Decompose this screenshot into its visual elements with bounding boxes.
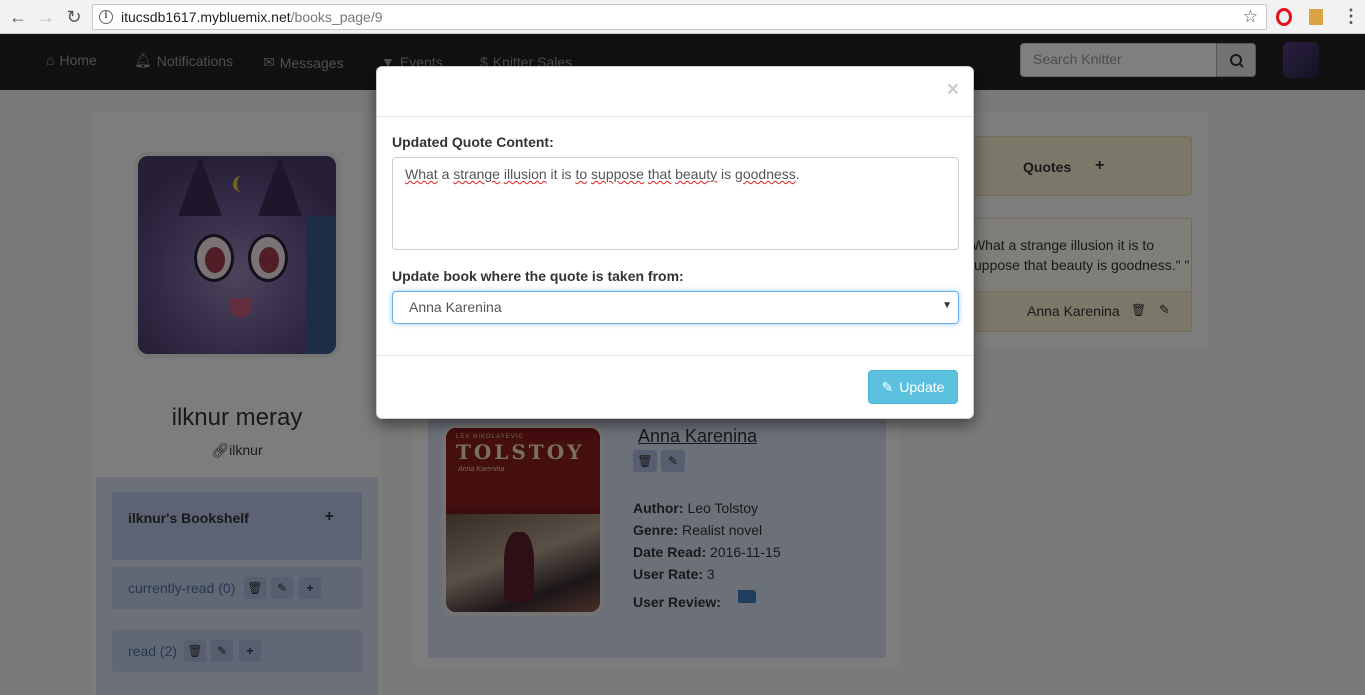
bookmark-star-icon[interactable]: ☆	[1243, 7, 1258, 27]
modal-body: Updated Quote Content: What a strange il…	[377, 117, 973, 355]
modal-header: ×	[377, 67, 973, 117]
quote-content-textarea[interactable]: What a strange illusion it is to suppose…	[392, 157, 959, 250]
browser-toolbar: ← → ↻ i itucsdb1617.mybluemix.net/books_…	[0, 0, 1365, 34]
info-icon[interactable]: i	[99, 10, 113, 24]
quote-content-word: it is	[546, 166, 576, 182]
quote-content-word: beauty	[675, 166, 718, 182]
chevron-down-icon: ▼	[942, 300, 952, 311]
quote-content-word: a	[437, 166, 454, 182]
quote-content-word: suppose	[591, 166, 644, 182]
quote-content-word: strange	[453, 166, 500, 182]
forward-icon[interactable]: →	[36, 7, 56, 27]
quote-content-word: What	[405, 166, 438, 182]
quote-content-word: goodness	[735, 166, 796, 182]
url-text[interactable]: itucsdb1617.mybluemix.net/books_page/9	[121, 9, 383, 25]
quote-book-selected: Anna Karenina	[409, 299, 502, 315]
update-button[interactable]: ✎ Update	[868, 370, 958, 404]
edit-icon: ✎	[881, 378, 894, 395]
close-icon[interactable]: ×	[947, 79, 959, 100]
address-bar[interactable]: i itucsdb1617.mybluemix.net/books_page/9…	[92, 4, 1267, 30]
quote-content-word: illusion	[503, 166, 547, 182]
quote-content-word: is	[717, 166, 736, 182]
modal-footer: ✎ Update	[377, 355, 973, 419]
book-extension-icon[interactable]	[1309, 9, 1323, 25]
quote-book-select[interactable]: Anna Karenina ▼	[392, 291, 959, 324]
quote-content-word: to	[575, 166, 588, 182]
opera-extension-icon[interactable]	[1276, 8, 1292, 26]
browser-chrome: ← → ↻ i itucsdb1617.mybluemix.net/books_…	[0, 0, 1365, 34]
update-button-label: Update	[899, 379, 945, 395]
back-icon[interactable]: ←	[8, 7, 28, 27]
quote-content-word: .	[795, 166, 800, 182]
update-quote-modal: × Updated Quote Content: What a strange …	[376, 66, 974, 419]
quote-content-label: Updated Quote Content:	[392, 134, 554, 150]
reload-icon[interactable]: ↻	[64, 7, 84, 27]
quote-content-word: that	[647, 166, 672, 182]
quote-book-label: Update book where the quote is taken fro…	[392, 268, 684, 284]
browser-menu-icon[interactable]: ⋮	[1342, 6, 1360, 27]
